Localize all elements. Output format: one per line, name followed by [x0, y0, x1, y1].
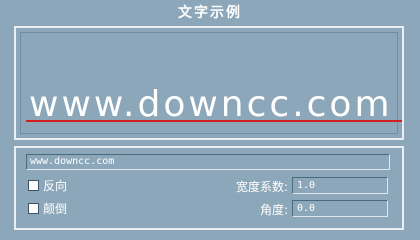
invert-label: 颠倒: [43, 201, 68, 216]
angle-field[interactable]: 0.0: [292, 200, 388, 217]
width-factor-label: 宽度系数:: [235, 180, 288, 194]
text-preview-panel: www.downcc.com: [14, 26, 404, 140]
text-baseline: [26, 120, 402, 122]
window-title: 文字示例: [178, 5, 242, 21]
reverse-checkbox[interactable]: [28, 179, 39, 191]
options-panel: www.downcc.com 反向 颠倒 宽度系数: 1.0 角度: 0.0: [14, 146, 404, 230]
text-sample-dialog: 文字示例 www.downcc.com www.downcc.com 反向 颠倒…: [0, 0, 420, 240]
text-input[interactable]: www.downcc.com: [26, 154, 390, 170]
angle-label: 角度:: [259, 203, 288, 217]
invert-option[interactable]: 颠倒: [28, 200, 67, 216]
preview-text: www.downcc.com: [29, 84, 393, 125]
preview-frame: www.downcc.com: [20, 32, 402, 134]
reverse-option[interactable]: 反向: [28, 177, 67, 193]
reverse-label: 反向: [43, 178, 68, 193]
width-factor-field[interactable]: 1.0: [292, 177, 388, 194]
invert-checkbox[interactable]: [28, 202, 39, 214]
